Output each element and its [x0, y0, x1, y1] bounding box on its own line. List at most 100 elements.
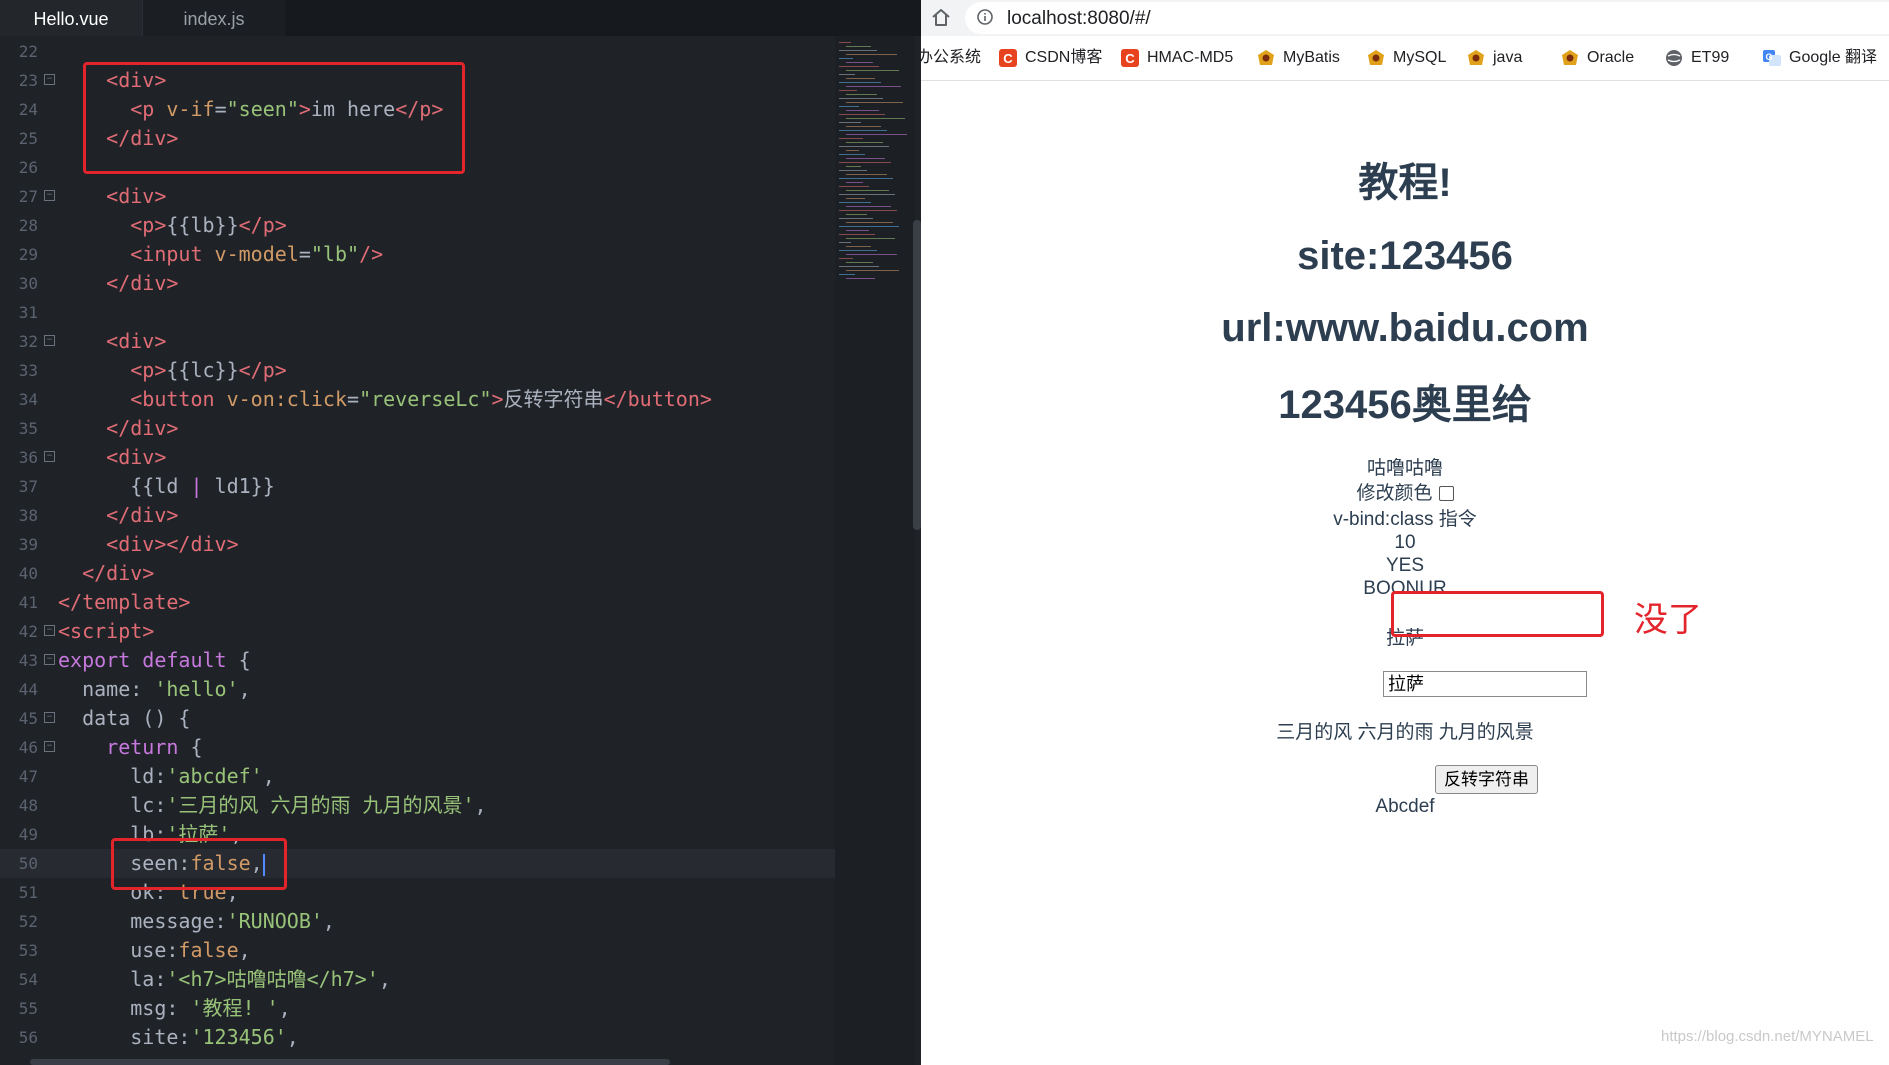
code-line[interactable]: 42− <script> — [0, 617, 835, 646]
bookmark-item[interactable]: 办公系统 — [917, 36, 981, 80]
code-text: return { — [106, 735, 203, 759]
minimap-line — [839, 250, 877, 251]
bookmark-item[interactable]: Oracle — [1561, 36, 1634, 80]
minimap-line — [846, 54, 897, 55]
minimap-line — [839, 258, 853, 259]
line-number: 31 — [18, 303, 38, 322]
fold-toggle-icon[interactable]: − — [44, 654, 55, 665]
code-line[interactable]: 28 <p>{{lb}}</p> — [0, 211, 835, 240]
line-number: 33 — [18, 361, 38, 380]
info-icon[interactable] — [977, 9, 993, 25]
line-number: 49 — [18, 825, 38, 844]
code-text: <button v-on:click="reverseLc">反转字符串</bu… — [130, 387, 712, 411]
code-line[interactable]: 33 <p>{{lc}}</p> — [0, 356, 835, 385]
leaf-icon — [1258, 50, 1274, 65]
code-line[interactable]: 53 use:false, — [0, 936, 835, 965]
fold-toggle-icon[interactable]: − — [44, 74, 55, 85]
code-text: </div> — [106, 416, 179, 440]
minimap[interactable] — [835, 36, 915, 1065]
code-line[interactable]: 52 message:'RUNOOB', — [0, 907, 835, 936]
line-number: 51 — [18, 883, 38, 902]
minimap-line — [839, 218, 873, 219]
fold-toggle-icon[interactable]: − — [44, 712, 55, 723]
bookmark-item[interactable]: C HMAC-MD5 — [1121, 36, 1233, 80]
code-line[interactable]: 38 </div> — [0, 501, 835, 530]
code-text: message:'RUNOOB', — [58, 909, 335, 933]
code-line[interactable]: 56 site:'123456', — [0, 1023, 835, 1052]
home-icon[interactable] — [929, 6, 953, 30]
editor-vertical-scrollbar[interactable] — [913, 220, 921, 530]
code-line[interactable]: 45− data () { — [0, 704, 835, 733]
lb-input[interactable] — [1383, 671, 1587, 697]
minimap-line — [846, 190, 889, 191]
minimap-line — [846, 62, 873, 63]
annotation-box-v-if-block — [83, 62, 465, 174]
tab-hello-vue[interactable]: Hello.vue — [0, 0, 142, 36]
number-text: 10 — [1394, 532, 1416, 553]
line-number: 37 — [18, 477, 38, 496]
code-line[interactable]: 40 </div> — [0, 559, 835, 588]
line-number: 50 — [18, 854, 38, 873]
code-line[interactable]: 39 <div></div> — [0, 530, 835, 559]
code-line[interactable]: 32− <div> — [0, 327, 835, 356]
code-line[interactable]: 36− <div> — [0, 443, 835, 472]
minimap-line — [846, 126, 881, 127]
fold-toggle-icon[interactable]: − — [44, 625, 55, 636]
modify-color-checkbox[interactable] — [1438, 486, 1454, 502]
minimap-line — [846, 214, 867, 215]
minimap-line — [839, 138, 863, 139]
bookmark-item[interactable]: java — [1467, 36, 1522, 80]
code-line[interactable]: 48 lc:'三月的风 六月的雨 九月的风景', — [0, 791, 835, 820]
code-line[interactable]: 35 </div> — [0, 414, 835, 443]
minimap-line — [839, 178, 893, 179]
minimap-line — [839, 122, 861, 123]
minimap-line — [839, 98, 883, 99]
code-line[interactable]: 29 <input v-model="lb"/> — [0, 240, 835, 269]
code-line[interactable]: 30 </div> — [0, 269, 835, 298]
code-line[interactable]: 37 {{ld | ld1}} — [0, 472, 835, 501]
minimap-line — [839, 90, 857, 91]
code-line[interactable]: 54 la:'<h7>咕噜咕噜</h7>', — [0, 965, 835, 994]
minimap-line — [846, 278, 875, 279]
code-line[interactable]: 46− return { — [0, 733, 835, 762]
fold-toggle-icon[interactable]: − — [44, 741, 55, 752]
heading-site: site:123456 — [1297, 234, 1513, 278]
line-number: 23 — [18, 71, 38, 90]
url-field[interactable]: localhost:8080/#/ — [965, 2, 1889, 34]
bookmark-item[interactable]: MySQL — [1367, 36, 1446, 80]
code-line[interactable]: 41 </template> — [0, 588, 835, 617]
heading-url: url:www.baidu.com — [1221, 306, 1589, 350]
translate-icon: G — [1763, 50, 1781, 66]
minimap-line — [839, 234, 875, 235]
code-line[interactable]: 47 ld:'abcdef', — [0, 762, 835, 791]
bookmark-item[interactable]: MyBatis — [1257, 36, 1340, 80]
fold-toggle-icon[interactable]: − — [44, 190, 55, 201]
svg-text:C: C — [1003, 51, 1013, 66]
code-line[interactable]: 44 name: 'hello', — [0, 675, 835, 704]
fold-toggle-icon[interactable]: − — [44, 335, 55, 346]
code-line[interactable]: 34 <button v-on:click="reverseLc">反转字符串<… — [0, 385, 835, 414]
reverse-string-button[interactable]: 反转字符串 — [1435, 765, 1538, 794]
tab-index-js[interactable]: index.js — [142, 0, 285, 36]
code-line[interactable]: 31 — [0, 298, 835, 327]
minimap-line — [846, 102, 903, 103]
line-number: 26 — [18, 158, 38, 177]
bookmark-item[interactable]: C CSDN博客 — [999, 36, 1102, 80]
code-text: name: 'hello', — [58, 677, 251, 701]
bookmark-item[interactable]: G Google 翻译 — [1763, 36, 1877, 80]
line-number: 40 — [18, 564, 38, 583]
code-line[interactable]: 27− <div> — [0, 182, 835, 211]
gulu-text: 咕噜咕噜 — [1366, 458, 1443, 479]
bookmark-item[interactable]: ET99 — [1665, 36, 1729, 80]
leaf-icon — [1368, 50, 1384, 65]
line-number: 45 — [18, 709, 38, 728]
code-line[interactable]: 55 msg: '教程! ', — [0, 994, 835, 1023]
minimap-line — [839, 242, 851, 243]
code-editor[interactable]: Hello.vue index.js 22 23− <div> 24 <p v-if… — [0, 0, 921, 1065]
editor-horizontal-scrollbar[interactable] — [30, 1059, 670, 1065]
code-area[interactable]: 22 23− <div> 24 <p v-if="seen">im here</p>… — [0, 36, 835, 1065]
fold-toggle-icon[interactable]: − — [44, 451, 55, 462]
code-line[interactable]: 43− export default { — [0, 646, 835, 675]
modify-color-row: 修改颜色 — [921, 483, 1889, 505]
line-number: 28 — [18, 216, 38, 235]
